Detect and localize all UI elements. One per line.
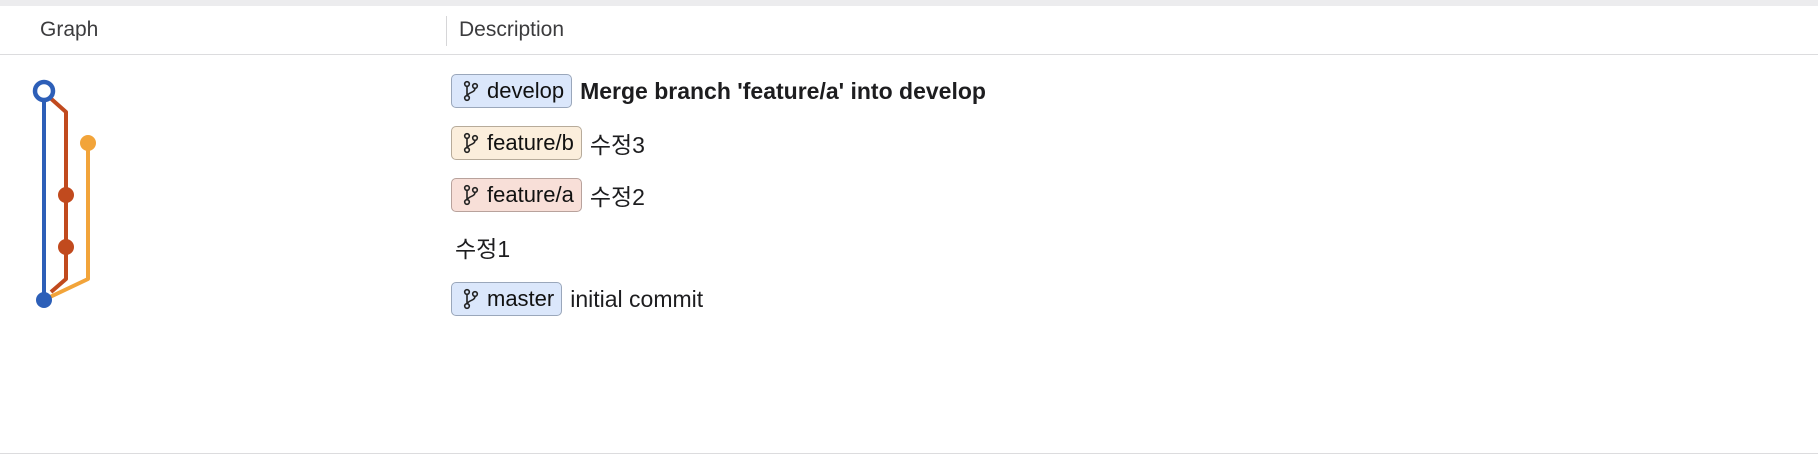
panel-bottom-border [0,453,1818,454]
merge-commit-node[interactable] [32,79,56,103]
branch-tag-feature-a[interactable]: feature/a [451,178,582,212]
column-divider[interactable] [446,16,447,46]
commit-graph [32,79,96,308]
git-branch-icon [463,184,479,206]
commit-1-node[interactable] [58,239,74,255]
commit-row[interactable]: feature/b 수정3 [451,124,645,162]
commit-message: initial commit [570,285,704,312]
branch-tag-feature-b[interactable]: feature/b [451,126,582,160]
description-column-header[interactable]: Description [459,18,564,42]
branch-tag-label: master [487,286,555,311]
commit-message: Merge branch 'feature/a' into develop [580,77,986,104]
commit-message: 수정2 [589,184,645,210]
branch-tag-label: feature/b [487,130,574,155]
branch-tag-label: feature/a [487,182,574,207]
feature-b-branch-line [49,143,90,299]
branch-tag-master[interactable]: master [451,282,563,316]
commit-list-header: Graph Description [0,6,1818,55]
branch-tag-develop[interactable]: develop [451,74,573,108]
commit-row[interactable]: feature/a 수정2 [451,176,645,214]
master-commit-node[interactable] [36,292,52,308]
feature-b-commit-node[interactable] [80,135,96,151]
git-branch-icon [463,80,479,102]
feature-a-commit-node[interactable] [58,187,74,203]
commit-message: 수정3 [589,132,645,158]
commit-row[interactable]: 수정1 [451,228,510,266]
git-branch-icon [463,288,479,310]
commit-message: 수정1 [455,236,511,262]
commit-row[interactable]: master initial commit [451,280,703,318]
commit-row[interactable]: develop Merge branch 'feature/a' into de… [451,72,986,110]
git-branch-icon [463,132,479,154]
graph-column-header[interactable]: Graph [40,18,98,42]
branch-tag-label: develop [487,78,565,103]
